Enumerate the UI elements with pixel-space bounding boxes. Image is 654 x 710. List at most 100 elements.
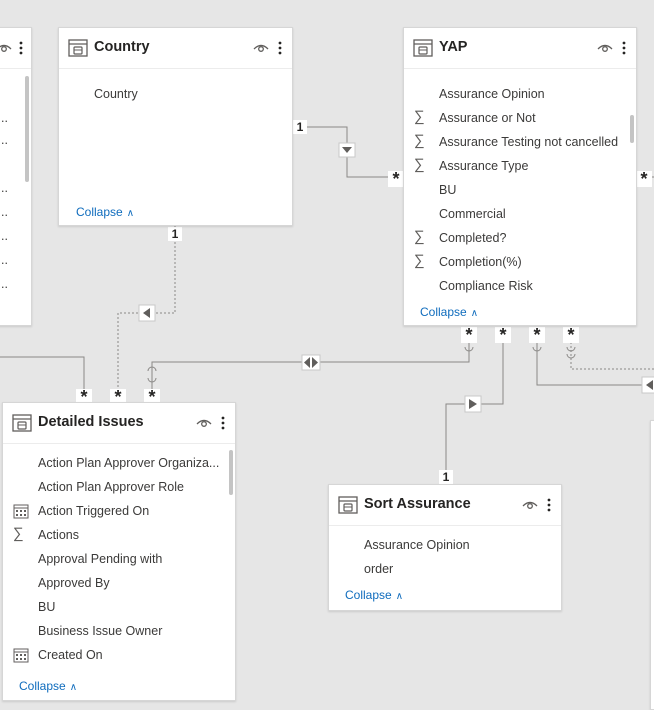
field-row[interactable]: Approval Pending with	[3, 547, 235, 571]
eye-icon[interactable]	[252, 41, 270, 55]
field-label: ..	[1, 133, 8, 147]
cardinality-many-yap-bottom-4: *	[563, 326, 579, 344]
field-row[interactable]: ∑ Completion(%)	[404, 250, 636, 274]
field-row[interactable]: ∑ Actions	[3, 523, 235, 547]
field-row[interactable]: Business Issue Owner	[3, 619, 235, 643]
scrollbar[interactable]	[229, 450, 233, 495]
field-row[interactable]: ∑ Assurance Testing not cancelled	[404, 130, 636, 154]
card-title: YAP	[439, 39, 468, 55]
field-label: ..	[1, 229, 8, 243]
collapse-link[interactable]: Collapse ∧	[19, 679, 77, 693]
card-header	[0, 28, 31, 69]
sigma-icon: ∑	[414, 228, 425, 245]
table-card-partial-right[interactable]	[650, 420, 654, 710]
filter-direction-marker-left-edge	[641, 376, 654, 394]
table-icon	[413, 39, 433, 57]
field-label: order	[364, 562, 394, 576]
more-options-icon[interactable]	[621, 40, 627, 56]
field-label: Country	[94, 87, 138, 101]
field-label: BU	[38, 600, 56, 614]
field-row[interactable]: ∑ Completed?	[404, 226, 636, 250]
field-row[interactable]: ..	[0, 200, 31, 224]
field-row[interactable]: Action Plan Approver Organiza...	[3, 451, 235, 475]
field-row[interactable]: BU	[404, 178, 636, 202]
field-row[interactable]: Action Plan Approver Role	[3, 475, 235, 499]
table-card-sort-assurance[interactable]: Sort Assurance Assurance Opinion order C…	[328, 484, 562, 611]
relationship-line-yap-right-dotted	[570, 342, 654, 370]
field-row[interactable]: Assurance Opinion	[404, 82, 636, 106]
field-row[interactable]: order	[329, 557, 561, 581]
sigma-icon: ∑	[414, 132, 425, 149]
filter-direction-marker-right	[464, 395, 482, 413]
eye-icon[interactable]	[596, 41, 614, 55]
calendar-icon	[13, 648, 29, 663]
table-card-partial-left[interactable]: .. .. .. .. .. .. ..	[0, 27, 32, 326]
field-row-country[interactable]: Country	[59, 82, 292, 106]
table-icon	[338, 496, 358, 514]
scrollbar[interactable]	[25, 76, 29, 182]
field-label: Commercial	[439, 207, 506, 221]
collapse-label: Collapse	[345, 588, 392, 602]
table-card-country[interactable]: Country Country Collapse ∧	[58, 27, 293, 226]
field-row[interactable]: Assurance Opinion	[329, 533, 561, 557]
field-label: ..	[1, 111, 8, 125]
card-title: Sort Assurance	[364, 496, 471, 512]
card-header: Detailed Issues	[3, 403, 235, 444]
cardinality-many-yap-right: *	[636, 170, 652, 188]
field-label: Approval Pending with	[38, 552, 163, 566]
field-row[interactable]: Action Triggered On	[3, 499, 235, 523]
collapse-label: Collapse	[19, 679, 66, 693]
field-row[interactable]: ..	[0, 272, 31, 296]
eye-icon[interactable]	[521, 498, 539, 512]
relationship-line-yap-right	[536, 342, 654, 386]
collapse-label: Collapse	[76, 205, 123, 219]
field-row[interactable]: Approved By	[3, 571, 235, 595]
field-label: Actions	[38, 528, 79, 542]
filter-direction-marker-both	[301, 354, 321, 371]
eye-icon[interactable]	[0, 41, 13, 55]
card-title: Country	[94, 39, 150, 55]
filter-direction-marker-left	[138, 304, 156, 322]
field-label: Assurance Type	[439, 159, 529, 173]
cardinality-one-country-yap: 1	[293, 120, 307, 134]
field-label: Action Plan Approver Organiza...	[38, 456, 220, 470]
field-label: Business Issue Owner	[38, 624, 163, 638]
eye-icon[interactable]	[195, 416, 213, 430]
field-row[interactable]: Compliance Risk	[404, 274, 636, 298]
field-label: ..	[1, 253, 8, 267]
field-row[interactable]: ∑ Assurance or Not	[404, 106, 636, 130]
card-title: Detailed Issues	[38, 414, 144, 430]
field-row[interactable]: ..	[0, 224, 31, 248]
card-header: YAP	[404, 28, 636, 69]
field-label: Approved By	[38, 576, 110, 590]
field-label: ..	[1, 277, 8, 291]
collapse-link[interactable]: Collapse ∧	[345, 588, 403, 602]
relationship-line-left-issues	[0, 356, 85, 396]
chevron-up-icon: ∧	[126, 208, 135, 219]
field-row[interactable]: ∑ Assurance Type	[404, 154, 636, 178]
table-card-yap[interactable]: YAP Assurance Opinion ∑ Assurance or Not…	[403, 27, 637, 326]
field-row[interactable]: Created On	[3, 643, 235, 667]
sigma-icon: ∑	[13, 525, 24, 542]
scrollbar[interactable]	[630, 115, 634, 143]
field-row[interactable]: Commercial	[404, 202, 636, 226]
field-label: Action Plan Approver Role	[38, 480, 184, 494]
sigma-icon: ∑	[414, 252, 425, 269]
cardinality-many-yap-bottom-2: *	[495, 326, 511, 344]
more-options-icon[interactable]	[546, 497, 552, 513]
field-row[interactable]: BU	[3, 595, 235, 619]
field-label: Assurance Testing not cancelled	[439, 135, 619, 149]
cardinality-many-yap-bottom-1: *	[461, 326, 477, 344]
collapse-link[interactable]: Collapse ∧	[76, 205, 134, 219]
field-label: Action Triggered On	[38, 504, 150, 518]
field-row[interactable]: ..	[0, 248, 31, 272]
cardinality-many-yap-left: *	[388, 170, 404, 188]
calendar-icon	[13, 504, 29, 519]
collapse-link[interactable]: Collapse ∧	[420, 305, 478, 319]
card-header: Sort Assurance	[329, 485, 561, 526]
more-options-icon[interactable]	[18, 40, 24, 56]
more-options-icon[interactable]	[277, 40, 283, 56]
more-options-icon[interactable]	[220, 415, 226, 431]
table-card-detailed-issues[interactable]: Detailed Issues Action Plan Approver Org…	[2, 402, 236, 701]
sigma-icon: ∑	[414, 108, 425, 125]
